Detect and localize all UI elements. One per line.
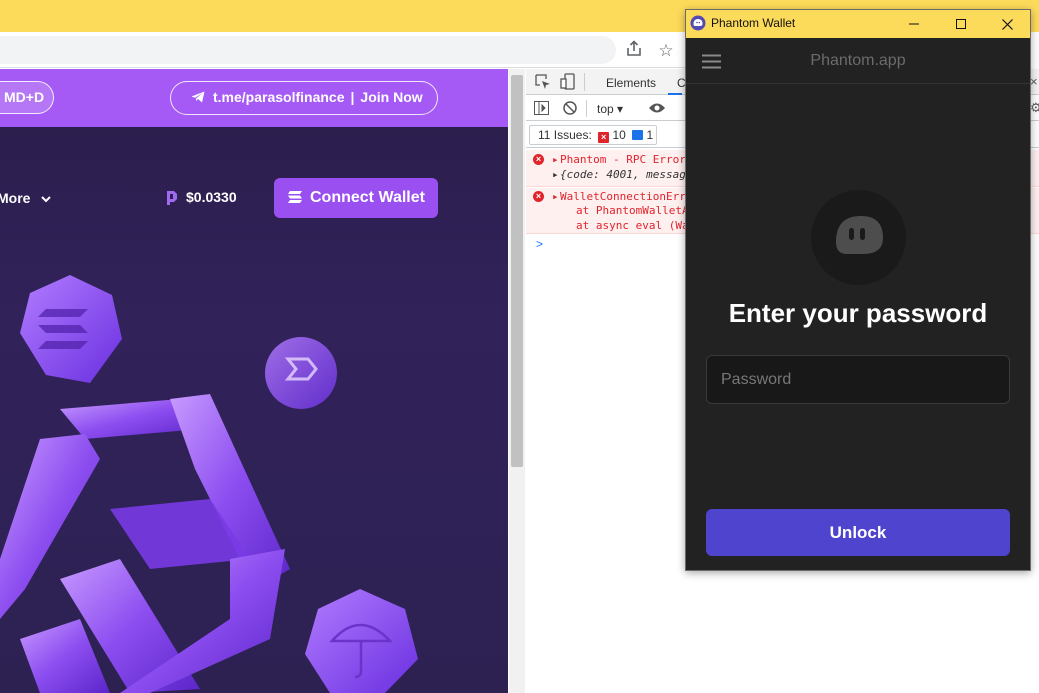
divider [584, 73, 585, 91]
chevron-down-icon [41, 196, 52, 203]
close-button[interactable] [984, 10, 1030, 38]
connect-wallet-label: Connect Wallet [310, 189, 425, 206]
maximize-button[interactable] [938, 10, 984, 38]
umbrella-hex-icon [305, 589, 418, 693]
eye-icon[interactable] [648, 102, 666, 114]
url-input[interactable] [0, 36, 616, 64]
device-toolbar-icon[interactable] [560, 73, 576, 91]
clear-console-icon[interactable] [563, 101, 577, 115]
console-prompt[interactable]: > [536, 237, 543, 251]
hero-illustration [0, 275, 418, 693]
sidebar-toggle-icon[interactable] [534, 101, 549, 115]
pill-separator: | [350, 89, 355, 105]
nav-more[interactable]: More [0, 190, 52, 206]
unlock-button[interactable]: Unlock [706, 509, 1010, 556]
parasol-website: MD+D t.me/parasolfinance | Join Now More $… [0, 69, 508, 693]
close-icon [1001, 18, 1013, 30]
context-select[interactable]: top ▾ [597, 102, 623, 116]
issues-label: 11 Issues: [538, 128, 592, 142]
telegram-link[interactable]: t.me/parasolfinance [213, 89, 345, 105]
issues-info-count: 1 [646, 128, 654, 142]
page-scrollbar-thumb[interactable] [511, 75, 523, 467]
minimize-button[interactable] [891, 10, 937, 38]
token-price-value: $0.0330 [186, 189, 237, 205]
nav-more-label: More [0, 190, 31, 206]
divider [586, 100, 587, 117]
telegram-join-pill[interactable]: t.me/parasolfinance | Join Now [170, 81, 438, 115]
token-price: $0.0330 [164, 189, 237, 205]
solana-hex-icon [20, 275, 122, 383]
stack-line: at async eval (Wa [576, 219, 689, 232]
parasol-token-icon [167, 191, 177, 205]
shortcut-pill[interactable]: MD+D [0, 81, 54, 114]
error-icon: × [533, 154, 544, 165]
expand-arrow-icon[interactable]: ▸ [552, 168, 559, 181]
close-devtools-icon[interactable]: × [1030, 74, 1038, 89]
page-title: Enter your password [728, 298, 988, 328]
connect-wallet-button[interactable]: Connect Wallet [274, 178, 438, 218]
error-message: Phantom - RPC Error [560, 153, 686, 166]
phantom-logo-icon [690, 15, 706, 31]
share-icon[interactable] [623, 40, 645, 62]
maximize-icon [956, 19, 966, 30]
shortcut-pill-label: MD+D [4, 89, 45, 105]
parasol-logo-3d [0, 394, 290, 693]
site-label: Phantom.app [810, 52, 906, 69]
phantom-ghost-icon [836, 216, 883, 254]
issues-error-count: 10 [612, 128, 626, 142]
stack-line: at PhantomWalletA [576, 204, 689, 217]
error-message: WalletConnectionErr [560, 190, 686, 203]
site-banner: MD+D t.me/parasolfinance | Join Now [0, 69, 508, 127]
tab-elements[interactable]: Elements [606, 76, 656, 90]
expand-arrow-icon[interactable]: ▸ [552, 153, 559, 166]
window-title: Phantom Wallet [711, 16, 796, 30]
context-select-value: top [597, 102, 614, 116]
settings-gear-icon[interactable]: ⚙ [1030, 100, 1039, 116]
expand-arrow-icon[interactable]: ▸ [552, 190, 559, 203]
error-icon: × [533, 191, 544, 202]
inspect-icon[interactable] [535, 74, 551, 90]
minimize-icon [909, 23, 919, 25]
error-object: {code: 4001, messag [560, 168, 686, 181]
join-now-link[interactable]: Join Now [360, 89, 422, 105]
parasol-coin-icon [265, 337, 337, 409]
issues-button[interactable]: 11 Issues: × 10 1 [529, 125, 657, 145]
error-icon: × [598, 132, 610, 143]
browser-address-bar [0, 32, 686, 68]
info-icon [632, 130, 644, 140]
solana-icon [288, 191, 302, 203]
tab-active-indicator [668, 93, 682, 95]
phantom-ghost-avatar [811, 190, 906, 285]
star-icon[interactable]: ☆ [655, 40, 677, 62]
telegram-icon [191, 91, 205, 103]
phantom-wallet-window [685, 9, 1031, 571]
password-field[interactable] [706, 355, 1010, 404]
